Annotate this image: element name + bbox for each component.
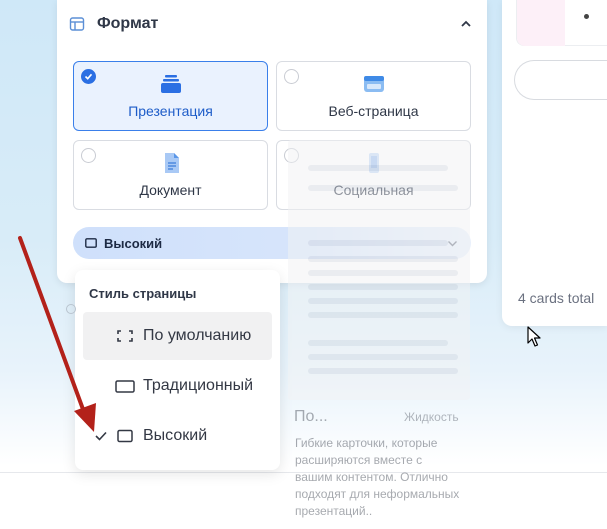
- format-option-webpage[interactable]: Веб-страница: [276, 61, 471, 131]
- option-label: Документ: [139, 182, 202, 198]
- cards-total-label: 4 cards total: [518, 290, 595, 306]
- expand-corners-icon: [117, 330, 133, 342]
- format-option-document[interactable]: Документ: [73, 140, 268, 210]
- menu-item-label: По умолчанию: [143, 327, 252, 344]
- menu-item-traditional[interactable]: Традиционный: [83, 362, 272, 410]
- dropdown-value: Высокий: [104, 235, 163, 251]
- page-style-menu: Стиль страницы По умолчанию Традиционный…: [75, 270, 280, 470]
- pill-input[interactable]: [514, 60, 607, 100]
- radio-icon: [81, 148, 96, 163]
- stack-icon: [160, 75, 181, 93]
- bullet-icon: [584, 14, 589, 19]
- mouse-cursor-icon: [527, 326, 541, 347]
- card-thumbnail[interactable]: [516, 0, 607, 46]
- panel-title: Формат: [97, 15, 159, 32]
- format-option-presentation[interactable]: Презентация: [73, 61, 268, 131]
- menu-item-tall[interactable]: Высокий: [83, 412, 272, 460]
- document-icon: [164, 153, 179, 173]
- right-panel: 4 cards total: [502, 0, 607, 326]
- checkmark-icon: [95, 431, 107, 441]
- checkmark-icon: [81, 69, 96, 84]
- menu-title: Стиль страницы: [89, 286, 197, 301]
- tall-rect-icon: [117, 429, 133, 443]
- chevron-up-icon[interactable]: [459, 17, 473, 31]
- menu-item-label: Традиционный: [143, 377, 254, 394]
- option-label: Веб-страница: [328, 103, 419, 119]
- layout-icon: [69, 17, 85, 31]
- option-label: Презентация: [128, 103, 213, 119]
- radio-icon: [284, 69, 299, 84]
- menu-item-default[interactable]: По умолчанию: [83, 312, 272, 360]
- preview-tag: Жидкость: [404, 410, 459, 424]
- preview-title: По...: [294, 408, 328, 425]
- tall-rect-icon: [85, 238, 97, 248]
- browser-icon: [363, 76, 384, 92]
- menu-item-label: Высокий: [143, 427, 208, 444]
- fluid-preview-overlay: По... Жидкость Гибкие карточки, которые …: [280, 140, 476, 529]
- format-panel-header[interactable]: Формат: [69, 12, 473, 36]
- preview-description: Гибкие карточки, которые расширяются вме…: [295, 436, 460, 518]
- landscape-rect-icon: [115, 380, 135, 393]
- radio-icon: [66, 304, 76, 314]
